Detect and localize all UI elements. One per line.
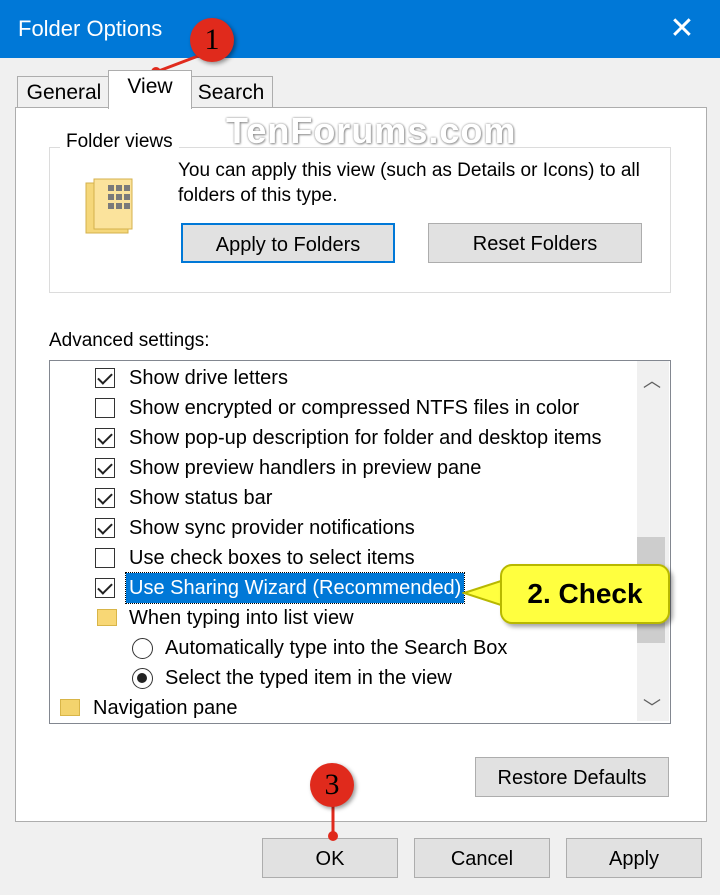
apply-button[interactable]: Apply	[566, 838, 702, 878]
tab-general[interactable]: General	[17, 76, 111, 109]
list-item-label: Use check boxes to select items	[129, 547, 415, 569]
restore-defaults-button[interactable]: Restore Defaults	[475, 757, 669, 797]
list-item-label: Select the typed item in the view	[165, 667, 452, 689]
list-item: Navigation pane	[50, 693, 640, 723]
list-item-label: Automatically type into the Search Box	[165, 637, 508, 659]
window-title: Folder Options	[18, 16, 163, 41]
apply-to-folders-button[interactable]: Apply to Folders	[181, 223, 395, 263]
scroll-up-icon[interactable]: ︿	[638, 367, 666, 393]
list-item-label: Show encrypted or compressed NTFS files …	[129, 397, 580, 419]
close-icon[interactable]: ✕	[660, 8, 704, 50]
checkbox[interactable]	[95, 458, 115, 478]
list-item-label: Show preview handlers in preview pane	[129, 457, 482, 479]
checkbox[interactable]	[95, 368, 115, 388]
list-item[interactable]: Show pop-up description for folder and d…	[50, 423, 640, 453]
navigation-pane-icon	[60, 699, 80, 716]
tab-search[interactable]: Search	[189, 76, 273, 109]
list-item[interactable]: Show preview handlers in preview pane	[50, 453, 640, 483]
radio-button[interactable]	[132, 638, 153, 659]
step-2-callout: 2. Check	[500, 564, 670, 624]
step-3-badge: 3	[310, 763, 354, 807]
folder-icon	[97, 609, 117, 626]
folder-views-description: You can apply this view (such as Details…	[178, 160, 640, 206]
list-item-label: Use Sharing Wizard (Recommended)	[124, 572, 466, 604]
step-1-badge: 1	[190, 18, 234, 62]
title-bar: Folder Options ✕	[0, 0, 720, 58]
list-item[interactable]: Show sync provider notifications	[50, 513, 640, 543]
advanced-settings-list[interactable]: Show drive letters Show encrypted or com…	[49, 360, 671, 724]
list-item[interactable]: Automatically type into the Search Box	[50, 633, 640, 663]
list-item-label: When typing into list view	[129, 607, 354, 629]
list-item-label: Show sync provider notifications	[129, 517, 415, 539]
scroll-down-icon[interactable]: ﹀	[638, 694, 666, 720]
tab-view[interactable]: View	[108, 70, 192, 109]
cancel-button[interactable]: Cancel	[414, 838, 550, 878]
checkbox[interactable]	[95, 488, 115, 508]
list-item-label: Show pop-up description for folder and d…	[129, 427, 602, 449]
list-item[interactable]: Show drive letters	[50, 363, 640, 393]
ok-button[interactable]: OK	[262, 838, 398, 878]
list-item[interactable]: Show status bar	[50, 483, 640, 513]
list-item-label: Show status bar	[129, 487, 273, 509]
list-item-label: Show drive letters	[129, 367, 288, 389]
folder-views-label: Folder views	[60, 131, 179, 153]
checkbox[interactable]	[95, 548, 115, 568]
watermark: TenForums.com	[226, 110, 517, 151]
advanced-settings-label: Advanced settings:	[49, 330, 210, 351]
list-item[interactable]: Select the typed item in the view	[50, 663, 640, 693]
radio-button[interactable]	[132, 668, 153, 689]
list-item[interactable]: Show encrypted or compressed NTFS files …	[50, 393, 640, 423]
checkbox[interactable]	[95, 398, 115, 418]
folder-view-icon	[85, 178, 133, 234]
reset-folders-button[interactable]: Reset Folders	[428, 223, 642, 263]
checkbox[interactable]	[95, 578, 115, 598]
checkbox[interactable]	[95, 518, 115, 538]
checkbox[interactable]	[95, 428, 115, 448]
list-item-label: Navigation pane	[93, 697, 238, 719]
